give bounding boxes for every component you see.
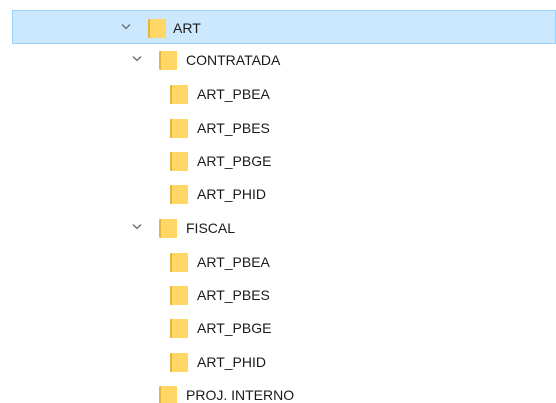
tree-item-fiscal-art-pbea[interactable]: ART_PBEA bbox=[0, 245, 556, 279]
folder-icon bbox=[169, 183, 189, 205]
tree-item-label: ART_PBEA bbox=[197, 86, 270, 102]
folder-icon bbox=[169, 351, 189, 373]
chevron-down-icon[interactable] bbox=[132, 55, 142, 63]
tree-item-label: ART_PBES bbox=[197, 287, 270, 303]
folder-tree: ART CONTRATADA ART_PBEA ART_PBES ART_PBG… bbox=[0, 0, 556, 403]
tree-item-contratada[interactable]: CONTRATADA bbox=[0, 43, 556, 77]
folder-icon bbox=[169, 83, 189, 105]
tree-item-label: ART bbox=[173, 20, 201, 36]
tree-item-label: ART_PBGE bbox=[197, 153, 272, 169]
tree-item-fiscal-art-pbes[interactable]: ART_PBES bbox=[0, 278, 556, 312]
tree-item-proj-interno[interactable]: PROJ. INTERNO bbox=[0, 378, 556, 403]
folder-icon bbox=[147, 17, 167, 39]
tree-item-label: ART_PBES bbox=[197, 120, 270, 136]
tree-item-label: ART_PBGE bbox=[197, 320, 272, 336]
tree-item-label: ART_PHID bbox=[197, 354, 266, 370]
folder-icon bbox=[169, 117, 189, 139]
tree-item-label: ART_PBEA bbox=[197, 254, 270, 270]
folder-icon bbox=[169, 317, 189, 339]
tree-item-fiscal-art-phid[interactable]: ART_PHID bbox=[0, 345, 556, 379]
folder-icon bbox=[169, 251, 189, 273]
chevron-down-icon[interactable] bbox=[132, 223, 142, 231]
tree-item-label: FISCAL bbox=[186, 220, 236, 236]
folder-icon bbox=[169, 284, 189, 306]
tree-item-label: CONTRATADA bbox=[186, 52, 281, 68]
tree-item-label: PROJ. INTERNO bbox=[186, 387, 295, 403]
tree-item-label: ART_PHID bbox=[197, 186, 266, 202]
tree-item-contratada-art-pbea[interactable]: ART_PBEA bbox=[0, 77, 556, 111]
tree-item-fiscal-art-pbge[interactable]: ART_PBGE bbox=[0, 311, 556, 345]
chevron-down-icon[interactable] bbox=[121, 23, 131, 31]
tree-item-contratada-art-pbes[interactable]: ART_PBES bbox=[0, 111, 556, 145]
folder-icon bbox=[158, 217, 178, 239]
tree-item-contratada-art-phid[interactable]: ART_PHID bbox=[0, 177, 556, 211]
folder-icon bbox=[158, 384, 178, 403]
folder-icon bbox=[158, 49, 178, 71]
tree-item-fiscal[interactable]: FISCAL bbox=[0, 211, 556, 245]
tree-item-contratada-art-pbge[interactable]: ART_PBGE bbox=[0, 144, 556, 178]
folder-icon bbox=[169, 150, 189, 172]
tree-item-art[interactable]: ART bbox=[12, 10, 556, 44]
